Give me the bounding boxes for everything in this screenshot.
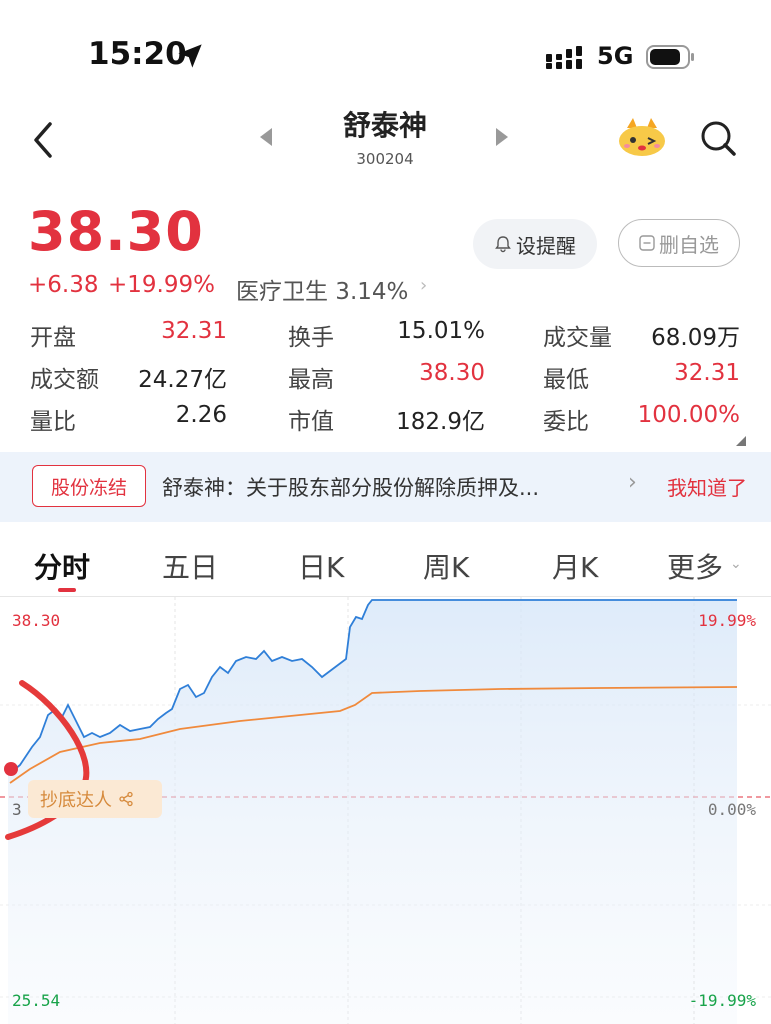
stat-label: 委比 — [543, 409, 589, 435]
stock-name: 舒泰神 — [342, 109, 427, 142]
share-icon — [119, 791, 133, 807]
stat-label: 量比 — [30, 409, 76, 435]
expand-corner-icon[interactable] — [736, 436, 746, 446]
current-price: 38.30 — [28, 200, 204, 263]
bell-icon — [495, 236, 511, 253]
back-arrow-icon[interactable] — [28, 120, 62, 160]
location-arrow-icon — [178, 44, 202, 68]
chevron-right-icon[interactable]: › — [628, 470, 637, 495]
stat-value: 32.31 — [161, 318, 227, 344]
remove-watchlist-label: 删自选 — [659, 232, 719, 257]
stat-label: 市值 — [288, 409, 334, 435]
status-time: 15:20 — [88, 36, 187, 72]
bottom-fisher-badge[interactable]: 抄底达人 — [28, 780, 162, 818]
tab-monthly-k[interactable]: 月K — [552, 546, 598, 586]
tab-more[interactable]: 更多 — [667, 546, 723, 586]
active-tab-indicator — [58, 588, 76, 592]
stat-value: 15.01% — [397, 318, 485, 344]
stat-value: 32.31 — [674, 360, 740, 386]
price-change: +6.38 — [28, 272, 99, 298]
mascot-icon[interactable] — [617, 116, 667, 158]
tab-daily-k[interactable]: 日K — [298, 546, 344, 586]
tab-weekly-k[interactable]: 周K — [423, 546, 469, 586]
minus-box-icon — [639, 235, 655, 251]
stat-value: 68.09万 — [651, 325, 740, 351]
tab-intraday[interactable]: 分时 — [34, 546, 90, 586]
stat-label: 成交量 — [543, 325, 612, 351]
remove-watchlist-button[interactable]: 删自选 — [618, 219, 740, 267]
price-change-pct: +19.99% — [108, 272, 215, 298]
stock-code: 300204 — [356, 150, 414, 168]
stat-value: 100.00% — [637, 402, 740, 428]
chevron-down-icon: ⌄ — [730, 556, 742, 572]
prev-stock-arrow-icon[interactable] — [258, 126, 274, 148]
axis-high-price: 38.30 — [12, 611, 61, 630]
next-stock-arrow-icon[interactable] — [494, 126, 510, 148]
set-alert-button[interactable]: 设提醒 — [473, 219, 597, 269]
axis-high-pct: 19.99% — [698, 611, 756, 630]
axis-low-pct: -19.99% — [688, 991, 756, 1010]
stat-label: 成交额 — [30, 367, 99, 393]
notice-tag: 股份冻结 — [32, 465, 146, 507]
battery-icon — [646, 45, 694, 69]
stat-value: 38.30 — [419, 360, 485, 386]
stat-value: 2.26 — [175, 402, 227, 428]
chevron-right-icon: › — [420, 275, 428, 296]
search-icon[interactable] — [698, 118, 738, 158]
stat-label: 最高 — [288, 367, 334, 393]
stat-value: 182.9亿 — [396, 409, 485, 435]
network-type: 5G — [597, 42, 634, 70]
stat-label: 最低 — [543, 367, 589, 393]
dismiss-notice-button[interactable]: 我知道了 — [667, 472, 747, 501]
tab-five-day[interactable]: 五日 — [162, 546, 218, 586]
sector-link[interactable]: 医疗卫生 3.14% — [236, 272, 408, 306]
notice-text[interactable]: 舒泰神：关于股东部分股份解除质押及... — [162, 472, 539, 502]
event-marker[interactable] — [4, 762, 18, 776]
badge-label: 抄底达人 — [40, 790, 112, 811]
signal-icon — [546, 46, 582, 69]
axis-mid-price: 3 — [12, 800, 22, 819]
stat-value: 24.27亿 — [138, 367, 227, 393]
axis-low-price: 25.54 — [12, 991, 61, 1010]
stat-label: 开盘 — [30, 325, 76, 351]
stat-label: 换手 — [288, 325, 334, 351]
set-alert-label: 设提醒 — [516, 233, 576, 258]
axis-mid-pct: 0.00% — [707, 800, 756, 819]
